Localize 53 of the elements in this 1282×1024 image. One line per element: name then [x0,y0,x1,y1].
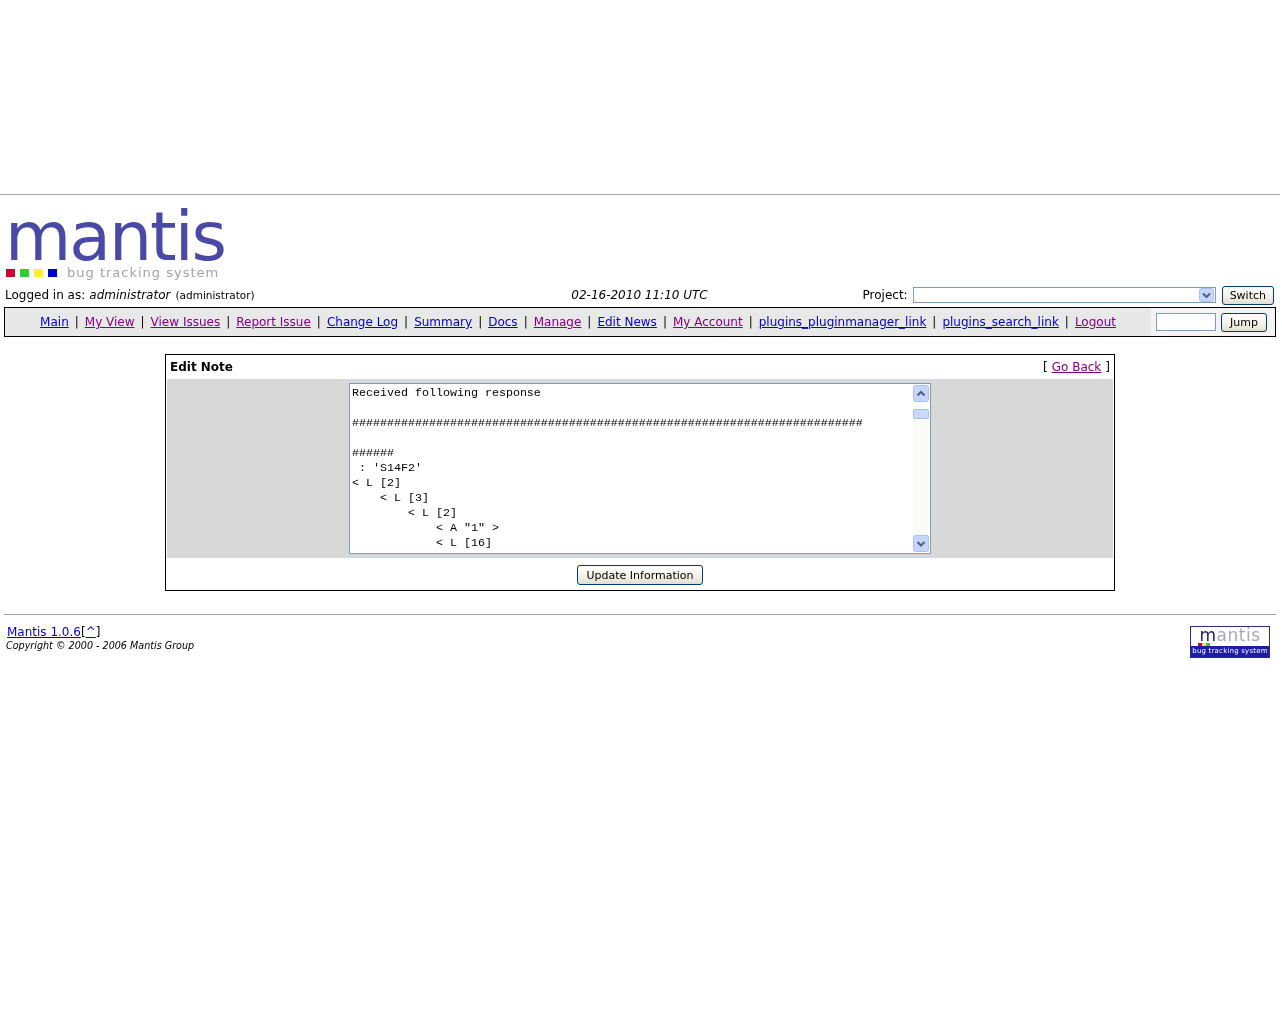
panel-title: Edit Note [170,360,233,375]
go-back-link[interactable]: Go Back [1051,360,1102,375]
bracket: ] [1105,360,1110,375]
version-link[interactable]: Mantis 1.0.6 [7,625,81,639]
project-select[interactable] [912,287,1216,303]
separator: | [587,315,592,329]
bracket: ] [95,625,101,639]
menu-link[interactable]: Main [40,315,69,329]
project-label: Project: [862,287,908,303]
separator: | [316,315,321,329]
separator: | [404,315,409,329]
menu-link[interactable]: plugins_pluginmanager_link [758,315,927,329]
chevron-down-icon[interactable] [913,535,929,552]
datetime: 02-16-2010 11:10 UTC [571,287,708,302]
menu-link[interactable]: My View [84,315,135,329]
scrollbar-thumb[interactable] [913,409,929,419]
top-link[interactable]: ^ [85,625,96,639]
menu-link[interactable]: View Issues [150,315,221,329]
login-label: Logged in as: [5,287,86,303]
menu-link[interactable]: Change Log [326,315,399,329]
menu-link[interactable]: Logout [1074,315,1116,329]
bracket: [ [1043,360,1048,375]
chevron-down-icon[interactable] [1198,288,1214,302]
separator: | [478,315,483,329]
separator: | [74,315,79,329]
menu-link[interactable]: Summary [414,315,473,329]
separator: | [226,315,231,329]
jump-field[interactable] [1156,313,1217,331]
separator: | [932,315,937,329]
menu-link[interactable]: plugins_search_link [942,315,1059,329]
chevron-up-icon[interactable] [913,385,929,402]
separator: | [662,315,667,329]
bracket: [ [80,625,86,639]
logo-squares-icon [1198,643,1210,646]
note-textarea[interactable]: Received following response ######################################################################### ###### : 'S14F2' < L [2] < L [3] < L [2] < A "1" > < L [16] [349,383,931,554]
menu-link[interactable]: Report Issue [236,315,311,329]
logo-tagline: bug tracking system [67,265,220,280]
separator: | [748,315,753,329]
logo-wordmark: mantis [1199,627,1261,643]
separator: | [140,315,145,329]
separator: | [523,315,528,329]
logo-wordmark: mantis [5,209,225,265]
copyright-text: Copyright © 2000 - 2006 Mantis Group [6,640,195,652]
update-information-button[interactable]: Update Information [577,565,703,585]
menu-link[interactable]: Manage [533,315,582,329]
jump-button[interactable]: Jump [1221,312,1267,332]
switch-button[interactable]: Switch [1221,285,1274,305]
separator: | [1064,315,1069,329]
menu-link[interactable]: My Account [672,315,743,329]
menu-link[interactable]: Edit News [597,315,657,329]
username: administrator [89,287,171,303]
menu-link[interactable]: Docs [488,315,518,329]
access-level: (administrator) [175,288,255,302]
